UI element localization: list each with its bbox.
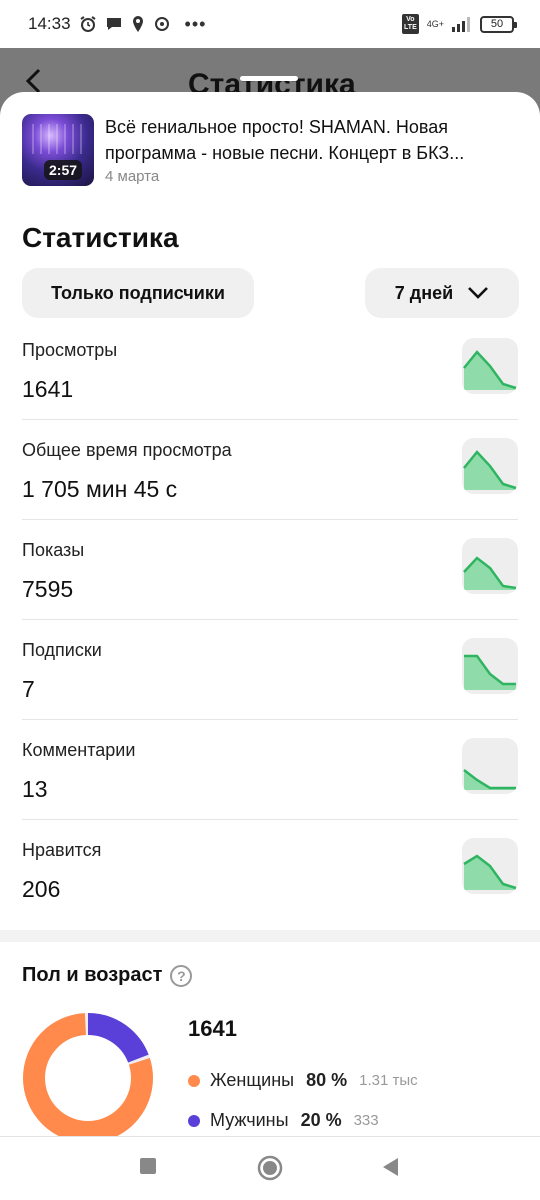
- demographics-title-text: Пол и возраст: [22, 964, 163, 986]
- sparkline-chart: [462, 738, 518, 794]
- metric-label: Показы: [22, 540, 85, 560]
- sparkline-chart: [462, 838, 518, 894]
- sparkline-chart: [462, 438, 518, 494]
- more-notifications-icon: •••: [184, 13, 207, 34]
- metric-value: 7: [22, 676, 35, 702]
- status-bar: 14:33 ••• Vo LTE 4G+ 50: [0, 0, 540, 48]
- metric-row-impressions[interactable]: Показы 7595: [22, 520, 518, 620]
- metric-row-watch-time[interactable]: Общее время просмотра 1 705 мин 45 с: [22, 420, 518, 520]
- legend-dot-men: [188, 1114, 200, 1127]
- legend-absolute: 333: [353, 1112, 379, 1129]
- demographics-title: Пол и возраст ?: [22, 964, 193, 987]
- status-system-icons: Vo LTE 4G+ 50: [402, 14, 517, 34]
- sparkline-chart: [462, 538, 518, 594]
- statistics-sheet: 2:57 Всё гениальное просто! SHAMAN. Нова…: [0, 92, 540, 1200]
- demographics-total: 1641: [188, 1016, 237, 1041]
- help-icon[interactable]: ?: [170, 964, 193, 987]
- sparkline-chart: [462, 638, 518, 694]
- metric-value: 1641: [22, 376, 74, 402]
- chat-icon: [106, 18, 121, 30]
- metric-value: 206: [22, 876, 61, 902]
- gender-donut-chart: [23, 1013, 153, 1143]
- status-notification-icons: •••: [79, 14, 207, 35]
- metric-row-likes[interactable]: Нравится 206: [22, 820, 518, 920]
- section-divider: [0, 930, 540, 942]
- video-title: Всё гениальное просто! SHAMAN. Новая про…: [105, 117, 465, 163]
- legend-dot-women: [188, 1074, 200, 1087]
- chevron-down-icon: [468, 287, 489, 299]
- legend-percent: 20 %: [300, 1110, 342, 1130]
- video-thumbnail[interactable]: 2:57: [22, 114, 94, 186]
- system-navigation-bar: [0, 1136, 540, 1200]
- metric-row-comments[interactable]: Комментарии 13: [22, 720, 518, 820]
- metric-row-subscriptions[interactable]: Подписки 7: [22, 620, 518, 720]
- volte-icon: Vo LTE: [402, 14, 419, 34]
- video-info: Всё гениальное просто! SHAMAN. Новая про…: [105, 114, 518, 189]
- stats-title: Статистика: [22, 222, 179, 253]
- sheet-drag-handle[interactable]: [240, 76, 298, 81]
- app-notification-icon: [154, 17, 169, 31]
- home-button-icon[interactable]: [257, 1155, 283, 1181]
- legend-row-women: Женщины 80 % 1.31 тыс: [188, 1070, 418, 1091]
- network-type-label: 4G+: [426, 18, 444, 29]
- back-button-icon[interactable]: [381, 1157, 399, 1177]
- video-card[interactable]: 2:57 Всё гениальное просто! SHAMAN. Нова…: [22, 114, 518, 189]
- metric-value: 7595: [22, 576, 74, 602]
- legend-label: Женщины: [210, 1070, 295, 1090]
- thumbnail-image: [32, 124, 84, 154]
- audience-filter-label: Только подписчики: [51, 282, 225, 303]
- metric-label: Общее время просмотра: [22, 440, 232, 460]
- status-time: 14:33: [28, 14, 71, 33]
- metric-label: Комментарии: [22, 740, 136, 760]
- legend-percent: 80 %: [306, 1070, 348, 1090]
- back-icon[interactable]: [24, 68, 42, 94]
- metric-row-views[interactable]: Просмотры 1641: [22, 320, 518, 420]
- period-filter-label: 7 дней: [394, 282, 454, 303]
- metric-label: Подписки: [22, 640, 102, 660]
- battery-indicator: 50: [480, 15, 517, 33]
- signal-icon: [452, 17, 470, 32]
- location-icon: [132, 16, 143, 32]
- recents-button-icon[interactable]: [139, 1157, 157, 1175]
- legend-absolute: 1.31 тыс: [359, 1072, 418, 1089]
- period-filter-dropdown[interactable]: 7 дней: [365, 268, 519, 318]
- sparkline-chart: [462, 338, 518, 394]
- video-duration: 2:57: [44, 160, 83, 180]
- metric-label: Нравится: [22, 840, 102, 860]
- metric-label: Просмотры: [22, 340, 118, 360]
- metric-value: 13: [22, 776, 48, 802]
- audience-filter-button[interactable]: Только подписчики: [22, 268, 254, 318]
- metric-value: 1 705 мин 45 с: [22, 476, 178, 502]
- video-date: 4 марта: [105, 168, 160, 185]
- alarm-icon: [79, 16, 96, 32]
- legend-row-men: Мужчины 20 % 333: [188, 1110, 379, 1131]
- legend-label: Мужчины: [210, 1110, 289, 1130]
